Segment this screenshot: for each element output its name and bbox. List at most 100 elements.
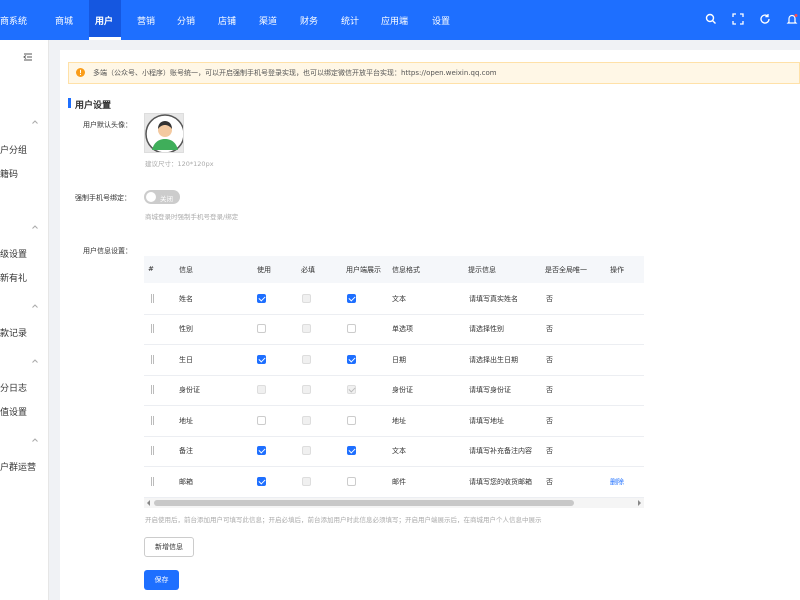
notice-text: 多端（公众号、小程序）账号统一，可以开启强制手机号登录实现，也可以绑定微信开放平… [93,69,497,77]
th-required: 必填 [301,266,315,274]
show-checkbox[interactable] [347,354,356,364]
sidebar-item-code[interactable]: 籍码 [0,167,18,180]
required-checkbox [302,446,311,456]
delete-link[interactable]: 删除 [610,477,624,487]
cell-info-name: 姓名 [179,294,193,303]
drag-handle-icon[interactable] [151,354,154,364]
sidebar-item-community-ops[interactable]: 户群运营 [0,460,36,473]
th-format: 信息格式 [392,266,420,274]
cell-tip: 请选择性别 [469,325,504,334]
cell-unique: 否 [546,355,553,364]
save-button[interactable]: 保存 [144,570,179,590]
avatar-label: 用户默认头像： [83,121,132,129]
nav-item-mall[interactable]: 商城 [55,14,73,27]
bind-phone-hint: 商城登录时强制手机号登录/绑定 [145,213,239,221]
nav-item-channel[interactable]: 渠道 [259,14,277,27]
nav-item-marketing[interactable]: 营销 [137,14,155,27]
drag-handle-icon[interactable] [151,446,154,456]
nav-item-settings[interactable]: 设置 [432,14,450,27]
drag-handle-icon[interactable] [151,324,154,334]
chevron-up-icon[interactable] [31,302,39,310]
scrollbar-thumb[interactable] [154,500,574,506]
sidebar-item-level-settings[interactable]: 级设置 [0,247,27,260]
chevron-up-icon[interactable] [31,436,39,444]
avatar-upload[interactable] [144,113,184,153]
drag-handle-icon[interactable] [151,385,154,395]
menu-collapse-icon[interactable] [23,52,33,62]
required-checkbox [302,415,311,425]
chevron-up-icon[interactable] [31,223,39,231]
section-title: 用户设置 [75,101,112,111]
table-row-divider [144,435,644,437]
use-checkbox[interactable] [257,476,266,486]
th-info: 信息 [179,266,193,274]
cell-info-name: 性别 [179,325,193,334]
warning-icon [76,68,85,77]
show-checkbox[interactable] [347,415,356,425]
refresh-icon[interactable] [759,13,771,25]
use-checkbox[interactable] [257,446,266,456]
use-checkbox[interactable] [257,415,266,425]
nav-item-apps[interactable]: 应用端 [381,14,408,27]
drag-handle-icon[interactable] [151,415,154,425]
bell-icon[interactable] [786,13,798,25]
use-checkbox[interactable] [257,324,266,334]
table-row-divider [144,344,644,345]
cell-format: 身份证 [392,386,413,395]
cell-info-name: 生日 [179,355,193,364]
brand-title: 商系统 [0,17,28,27]
section-accent-bar [68,98,71,108]
avatar-hint: 建议尺寸：120*120px [145,160,214,168]
show-checkbox [347,385,356,395]
required-checkbox [302,293,311,303]
cell-unique: 否 [546,325,553,334]
scroll-right-icon[interactable] [635,499,643,507]
required-checkbox [302,354,311,364]
chevron-up-icon[interactable] [31,357,39,365]
show-checkbox[interactable] [347,446,356,456]
th-use: 使用 [257,266,271,274]
table-row-divider [144,405,644,406]
sidebar-item-new-gift[interactable]: 新有礼 [0,271,27,284]
cell-info-name: 地址 [179,416,193,425]
add-info-button[interactable]: 新增信息 [144,537,194,557]
show-checkbox[interactable] [347,324,356,334]
use-checkbox[interactable] [257,354,266,364]
top-navbar: 商系统 商城 用户 营销 分销 店铺 渠道 财务 统计 应用端 设置 [0,0,800,40]
table-row-divider [144,313,644,315]
search-icon[interactable] [705,13,717,25]
sidebar-item-user-group[interactable]: 户分组 [0,143,27,156]
cell-tip: 请选择出生日期 [469,355,518,364]
chevron-up-icon[interactable] [31,118,39,126]
toggle-knob [146,192,156,202]
cell-unique: 否 [546,386,553,395]
bind-phone-label: 强制手机号绑定： [75,194,131,202]
use-checkbox [257,385,266,395]
nav-item-finance[interactable]: 财务 [300,14,318,27]
cell-tip: 请填写地址 [469,416,504,425]
drag-handle-icon[interactable] [151,476,154,486]
th-action: 操作 [610,266,624,274]
nav-item-distribution[interactable]: 分销 [177,14,195,27]
required-checkbox [302,324,311,334]
th-unique: 是否全局唯一 [545,266,587,274]
show-checkbox[interactable] [347,476,356,486]
fullscreen-icon[interactable] [732,13,744,25]
drag-handle-icon[interactable] [151,293,154,303]
scroll-left-icon[interactable] [145,499,153,507]
cell-tip: 请填写真实姓名 [469,294,518,303]
cell-format: 文本 [392,447,406,456]
th-index: # [148,265,154,273]
sidebar-item-points-log[interactable]: 分日志 [0,381,27,394]
show-checkbox[interactable] [347,293,356,303]
sidebar-item-value-settings[interactable]: 值设置 [0,405,27,418]
nav-item-user[interactable]: 用户 [95,14,113,27]
use-checkbox[interactable] [257,293,266,303]
sidebar-item-payment-records[interactable]: 款记录 [0,326,27,339]
nav-item-shop[interactable]: 店铺 [218,14,236,27]
cell-info-name: 备注 [179,447,193,456]
nav-item-stats[interactable]: 统计 [341,14,359,27]
cell-format: 邮件 [392,477,406,486]
cell-info-name: 邮箱 [179,477,193,486]
cell-info-name: 身份证 [179,386,200,395]
